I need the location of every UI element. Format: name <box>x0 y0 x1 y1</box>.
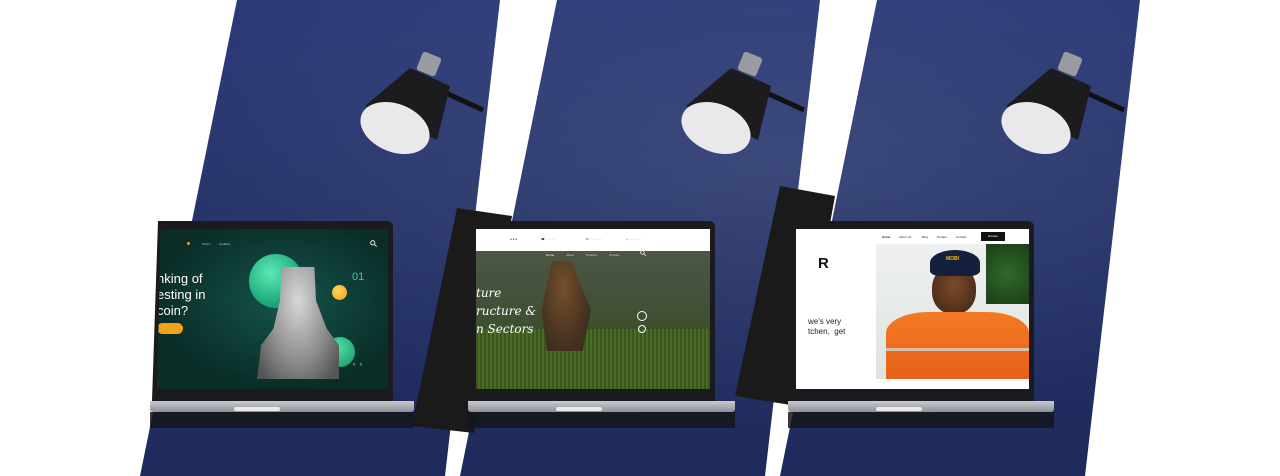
cap <box>930 250 980 276</box>
hero-body: we's very tchen, get <box>808 317 846 336</box>
nav-item[interactable]: Donate <box>937 235 947 239</box>
orange-vest <box>886 312 1029 379</box>
hero-letter: R <box>818 255 829 272</box>
laptop-3: Home About Us Blog Donate Contact Donate… <box>0 0 1280 476</box>
hero-photo: MOBI <box>876 244 1029 379</box>
nav-item[interactable]: Blog <box>922 235 928 239</box>
screen-charity-site: Home About Us Blog Donate Contact Donate… <box>796 229 1029 389</box>
nav-item[interactable]: About Us <box>899 235 911 239</box>
nav-item[interactable]: Contact <box>956 235 966 239</box>
nav-item[interactable]: Home <box>882 235 890 239</box>
cap-logo: MOBI <box>946 256 960 262</box>
stage: Prices Updates nking of esting in coin? … <box>0 0 1280 476</box>
donate-button[interactable]: Donate <box>981 232 1005 241</box>
